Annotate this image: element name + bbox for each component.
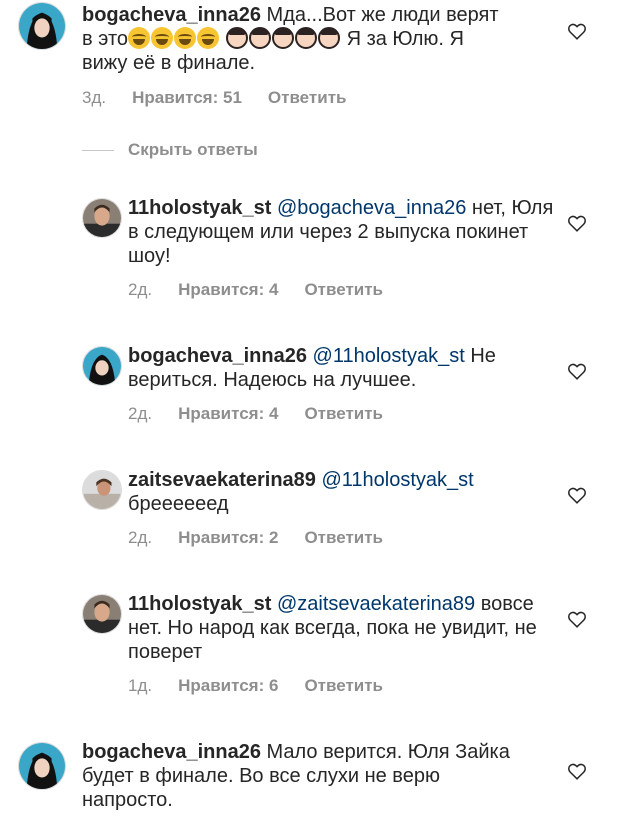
avatar[interactable] <box>82 470 122 510</box>
avatar-image <box>83 595 121 633</box>
comment-meta: 3д. Нравится: 51 Ответить <box>82 88 346 108</box>
avatar-image <box>83 199 121 237</box>
reply-meta: 2д. Нравится: 4 Ответить <box>128 280 383 300</box>
reply-body: бреееееед <box>128 493 229 515</box>
mention-link[interactable]: @11holostyak_st <box>313 345 465 367</box>
avatar-image <box>83 347 121 385</box>
hide-replies-label: Скрыть ответы <box>128 140 258 159</box>
avatar[interactable] <box>82 346 122 386</box>
woman-emoji-icon <box>272 27 295 49</box>
mention-link[interactable]: @bogacheva_inna26 <box>277 197 466 219</box>
heart-outline-icon[interactable] <box>566 484 588 506</box>
hide-replies-button[interactable]: Скрыть ответы <box>82 140 258 160</box>
avatar-image <box>19 743 65 789</box>
reply-button[interactable]: Ответить <box>304 676 383 696</box>
like-count[interactable]: Нравится: 6 <box>178 676 278 696</box>
heart-outline-icon[interactable] <box>566 360 588 382</box>
heart-outline-icon[interactable] <box>566 760 588 782</box>
reply-button[interactable]: Ответить <box>268 88 347 108</box>
reply-meta: 2д. Нравится: 2 Ответить <box>128 528 383 548</box>
laughing-emoji-icon <box>128 27 151 49</box>
avatar[interactable] <box>18 2 66 50</box>
reply-username[interactable]: 11holostyak_st <box>128 593 271 615</box>
like-count[interactable]: Нравится: 2 <box>178 528 278 548</box>
like-count[interactable]: Нравится: 51 <box>132 88 242 108</box>
laughing-emoji-icon <box>174 27 197 49</box>
reply-username[interactable]: bogacheva_inna26 <box>128 345 307 367</box>
woman-emoji-icon <box>318 27 341 49</box>
mention-link[interactable]: @11holostyak_st <box>321 469 473 491</box>
heart-outline-icon[interactable] <box>566 212 588 234</box>
avatar-image <box>83 471 121 509</box>
avatar-image <box>19 3 65 49</box>
like-count[interactable]: Нравится: 4 <box>178 404 278 424</box>
reply-text: zaitsevaekaterina89 @11holostyak_st брее… <box>128 468 558 516</box>
reply-username[interactable]: zaitsevaekaterina89 <box>128 469 316 491</box>
reply-time: 2д. <box>128 280 153 299</box>
laughing-emoji-icon <box>151 27 174 49</box>
comment-text: bogacheva_inna26 Мало верится. Юля Зайка… <box>82 740 512 812</box>
reply-button[interactable]: Ответить <box>304 528 383 548</box>
comment-text: bogacheva_inna26 Мда...Вот же люди верят… <box>82 3 512 75</box>
heart-outline-icon[interactable] <box>566 608 588 630</box>
laughing-emoji-icon <box>197 27 220 49</box>
reply-text: bogacheva_inna26 @11holostyak_st Не вери… <box>128 344 558 392</box>
avatar[interactable] <box>82 198 122 238</box>
reply-meta: 1д. Нравится: 6 Ответить <box>128 676 383 696</box>
reply-button[interactable]: Ответить <box>304 404 383 424</box>
avatar[interactable] <box>82 594 122 634</box>
reply-time: 2д. <box>128 404 153 423</box>
like-count[interactable]: Нравится: 4 <box>178 280 278 300</box>
avatar[interactable] <box>18 742 66 790</box>
divider-line <box>82 149 114 151</box>
heart-outline-icon[interactable] <box>566 20 588 42</box>
comment-time: 3д. <box>82 88 107 107</box>
comment-username[interactable]: bogacheva_inna26 <box>82 741 261 763</box>
reply-username[interactable]: 11holostyak_st <box>128 197 271 219</box>
comment-username[interactable]: bogacheva_inna26 <box>82 4 261 26</box>
reply-time: 2д. <box>128 528 153 547</box>
reply-text: 11holostyak_st @zaitsevaekaterina89 вовс… <box>128 592 558 664</box>
reply-button[interactable]: Ответить <box>304 280 383 300</box>
reply-text: 11holostyak_st @bogacheva_inna26 нет, Юл… <box>128 196 558 268</box>
reply-time: 1д. <box>128 676 153 695</box>
reply-meta: 2д. Нравится: 4 Ответить <box>128 404 383 424</box>
woman-emoji-icon <box>295 27 318 49</box>
woman-emoji-icon <box>226 27 249 49</box>
mention-link[interactable]: @zaitsevaekaterina89 <box>277 593 475 615</box>
woman-emoji-icon <box>249 27 272 49</box>
